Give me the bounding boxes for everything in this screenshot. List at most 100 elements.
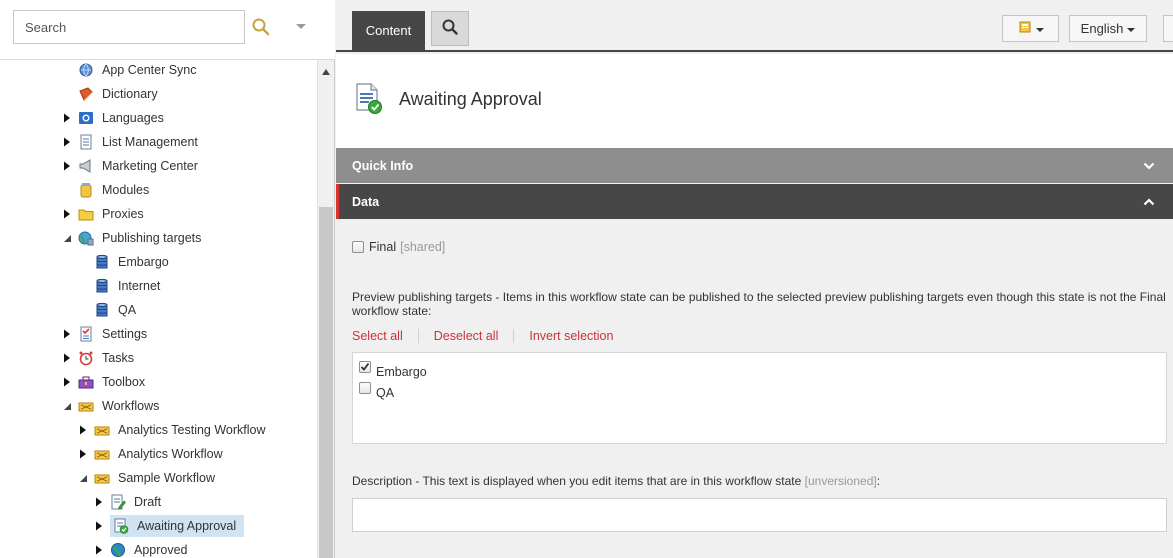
expand-arrow-icon[interactable] xyxy=(94,497,104,507)
tree-node-content[interactable]: Settings xyxy=(78,325,150,343)
more-button[interactable] xyxy=(1163,15,1173,42)
expand-arrow-icon[interactable] xyxy=(78,425,88,435)
collapse-arrow-icon[interactable] xyxy=(62,401,72,411)
expand-arrow-icon[interactable] xyxy=(62,161,72,171)
tree-node-content[interactable]: Sample Workflow xyxy=(94,469,218,487)
tree-node-content[interactable]: Toolbox xyxy=(78,373,148,391)
versions-button[interactable] xyxy=(1002,15,1059,42)
book-icon xyxy=(78,86,94,102)
tree-node-content[interactable]: Approved xyxy=(110,541,191,558)
tree-node-content[interactable]: Dictionary xyxy=(78,85,161,103)
tree-node[interactable]: Analytics Workflow xyxy=(78,443,226,465)
tree-node[interactable]: Workflows xyxy=(62,395,162,417)
workflow-icon xyxy=(78,398,94,414)
tree-node[interactable]: App Center Sync xyxy=(62,60,200,81)
expand-arrow-icon[interactable] xyxy=(62,137,72,147)
expand-arrow-icon[interactable] xyxy=(62,377,72,387)
expand-arrow-icon[interactable] xyxy=(62,209,72,219)
settings-checklist-icon xyxy=(78,326,94,342)
chevron-up-icon xyxy=(1143,196,1155,206)
expand-arrow-icon[interactable] xyxy=(62,353,72,363)
collapse-arrow-icon[interactable] xyxy=(78,473,88,483)
tree-node-label: Analytics Testing Workflow xyxy=(118,423,266,437)
collapse-arrow-icon[interactable] xyxy=(62,233,72,243)
tree-node-content[interactable]: Workflows xyxy=(78,397,162,415)
tree-node-content[interactable]: Draft xyxy=(110,493,164,511)
scrollbar-thumb[interactable] xyxy=(319,207,333,558)
tree-node[interactable]: Toolbox xyxy=(62,371,148,393)
description-input[interactable] xyxy=(352,498,1167,532)
tree-node-content[interactable]: Tasks xyxy=(78,349,137,367)
tree-node-content[interactable]: Modules xyxy=(78,181,152,199)
list-document-icon xyxy=(78,134,94,150)
database-icon xyxy=(94,254,110,270)
tab-content[interactable]: Content xyxy=(352,11,425,50)
tree-node-label: Proxies xyxy=(102,207,144,221)
final-checkbox[interactable] xyxy=(352,241,364,253)
tree-node[interactable]: QA xyxy=(78,299,139,321)
tree-node[interactable]: Languages xyxy=(62,107,167,129)
search-icon[interactable] xyxy=(250,16,272,38)
selection-links: Select all Deselect all Invert selection xyxy=(352,329,613,343)
scroll-up-icon[interactable] xyxy=(321,65,331,75)
tree-node[interactable]: Modules xyxy=(62,179,152,201)
tab-search[interactable] xyxy=(431,11,469,46)
database-icon xyxy=(94,278,110,294)
search-input[interactable] xyxy=(13,10,245,44)
tree-node-label: Modules xyxy=(102,183,150,197)
tree-node-content[interactable]: Analytics Workflow xyxy=(94,445,226,463)
tree-node[interactable]: Draft xyxy=(94,491,164,513)
tree-node[interactable]: Marketing Center xyxy=(62,155,201,177)
chevron-down-icon[interactable] xyxy=(292,17,310,35)
tree-node[interactable]: Embargo xyxy=(78,251,172,273)
tree-node-content[interactable]: Internet xyxy=(94,277,163,295)
expand-arrow-icon[interactable] xyxy=(94,545,104,555)
tree-node[interactable]: Analytics Testing Workflow xyxy=(78,419,269,441)
target-option[interactable]: QA xyxy=(359,382,394,400)
tree-node-label: Analytics Workflow xyxy=(118,447,223,461)
tree-node[interactable]: Internet xyxy=(78,275,163,297)
tree-node[interactable]: Proxies xyxy=(62,203,147,225)
section-title: Quick Info xyxy=(352,158,414,173)
deselect-all-link[interactable]: Deselect all xyxy=(434,329,499,343)
tree-node-content[interactable]: Proxies xyxy=(78,205,147,223)
tree-node[interactable]: Dictionary xyxy=(62,83,161,105)
tree-node-content[interactable]: Analytics Testing Workflow xyxy=(94,421,269,439)
tree-node-content[interactable]: Embargo xyxy=(94,253,172,271)
content-editor: Content English Awaiting Approval Quick … xyxy=(336,0,1173,558)
tree-node[interactable]: Awaiting Approval xyxy=(94,515,245,537)
tree-node-content[interactable]: App Center Sync xyxy=(78,61,200,79)
tree-node-content[interactable]: List Management xyxy=(78,133,201,151)
tree-node[interactable]: Approved xyxy=(94,539,191,558)
invert-selection-link[interactable]: Invert selection xyxy=(529,329,613,343)
select-all-link[interactable]: Select all xyxy=(352,329,403,343)
tree-node[interactable]: List Management xyxy=(62,131,201,153)
language-selector[interactable]: English xyxy=(1069,15,1147,42)
search-icon xyxy=(441,18,459,39)
tree-scrollbar[interactable] xyxy=(317,60,334,558)
section-quick-info[interactable]: Quick Info xyxy=(336,148,1173,183)
section-data[interactable]: Data xyxy=(336,184,1173,219)
tree-node-content[interactable]: Awaiting Approval xyxy=(110,515,245,537)
tree-node-content[interactable]: Publishing targets xyxy=(78,229,204,247)
tree-node[interactable]: Sample Workflow xyxy=(78,467,218,489)
tree-node-content[interactable]: Marketing Center xyxy=(78,157,201,175)
tree-node[interactable]: Publishing targets xyxy=(62,227,204,249)
expand-arrow-icon[interactable] xyxy=(78,449,88,459)
tree-node-content[interactable]: Languages xyxy=(78,109,167,127)
tree-node-label: Internet xyxy=(118,279,161,293)
target-option[interactable]: Embargo xyxy=(359,361,427,379)
expand-arrow-icon[interactable] xyxy=(62,113,72,123)
expand-arrow-icon[interactable] xyxy=(62,329,72,339)
languages-icon xyxy=(78,110,94,126)
document-check-icon xyxy=(354,83,384,115)
tree-node-content[interactable]: QA xyxy=(94,301,139,319)
description-text: Description - This text is displayed whe… xyxy=(352,474,802,488)
tree-node[interactable]: Tasks xyxy=(62,347,137,369)
target-checkbox[interactable] xyxy=(359,382,371,394)
target-checkbox[interactable] xyxy=(359,361,371,373)
tree-node-label: QA xyxy=(118,303,137,317)
expand-arrow-icon[interactable] xyxy=(94,521,104,531)
tree-node[interactable]: Settings xyxy=(62,323,150,345)
